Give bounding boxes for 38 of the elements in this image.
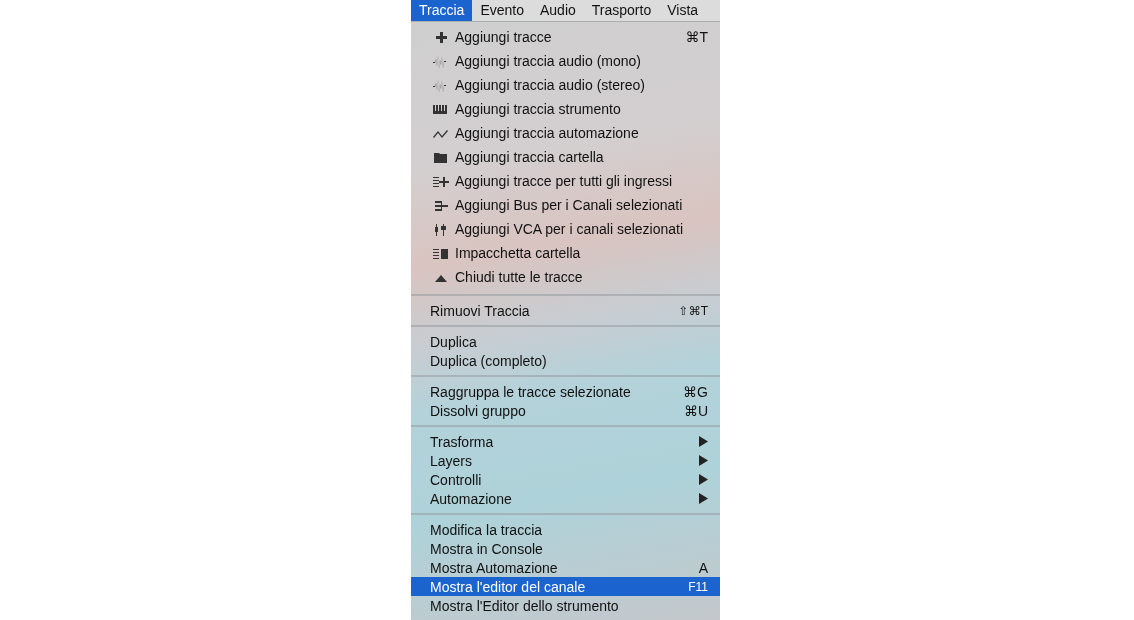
shortcut-label: ⌘T (685, 29, 708, 45)
menu-item[interactable]: Chiudi tutte le tracce (411, 265, 720, 289)
menu-bar-item[interactable]: Trasporto (583, 0, 660, 21)
menu-item[interactable]: Rimuovi Traccia ⇧⌘T (411, 301, 720, 320)
menu-item[interactable]: Aggiungi VCA per i canali selezionati (411, 217, 720, 241)
menu-item[interactable]: Aggiungi tracce per tutti gli ingressi (411, 169, 720, 193)
menu-item[interactable]: Aggiungi traccia audio (stereo) (411, 73, 720, 97)
menu-item[interactable]: Aggiungi traccia cartella (411, 145, 720, 169)
menu-item[interactable]: Mostra l'Editor dello strumento (411, 596, 720, 615)
menu-item[interactable]: Aggiungi traccia strumento (411, 97, 720, 121)
menu-item[interactable]: Impacchetta cartella (411, 241, 720, 265)
shortcut-label: ⇧⌘T (678, 303, 708, 318)
menu-bar-item[interactable]: Traccia (411, 0, 473, 21)
menu-item[interactable]: Dissolvi gruppo ⌘U (411, 401, 720, 420)
menu-item[interactable]: Aggiungi traccia audio (mono) (411, 49, 720, 73)
menu-item[interactable]: Mostra in Console (411, 539, 720, 558)
menu-item[interactable]: Raggruppa le tracce selezionate ⌘G (411, 382, 720, 401)
shortcut-label: A (698, 559, 708, 576)
menu-bar-item[interactable]: Audio (532, 0, 584, 21)
menu-item[interactable]: Aggiungi tracce ⌘T (411, 25, 720, 49)
list-plus-icon (431, 174, 451, 188)
menu-item[interactable]: Controlli (411, 470, 720, 489)
menu-item[interactable]: Modifica la traccia (411, 520, 720, 539)
menu-item[interactable]: Automazione (411, 489, 720, 508)
list-folder-icon (431, 246, 451, 260)
menu-item[interactable]: Trasforma (411, 432, 720, 451)
menu-item[interactable]: Mostra l'editor del canale F11 (411, 577, 720, 596)
menu-item[interactable]: Duplica (completo) (411, 351, 720, 370)
menu-item[interactable]: Duplica (411, 332, 720, 351)
menu-item[interactable]: Mostra Automazione A (411, 558, 720, 577)
menu-bar-item[interactable]: Evento (472, 0, 532, 21)
menu-item[interactable]: Layers (411, 451, 720, 470)
menu-item[interactable]: Aggiungi Bus per i Canali selezionati (411, 193, 720, 217)
menu-bar-item[interactable]: Vista (659, 0, 707, 21)
menu-item[interactable]: Aggiungi traccia automazione (411, 121, 720, 145)
shortcut-label: F11 (688, 579, 708, 594)
shortcut-label: ⌘G (683, 383, 708, 400)
shortcut-label: ⌘U (683, 402, 708, 419)
